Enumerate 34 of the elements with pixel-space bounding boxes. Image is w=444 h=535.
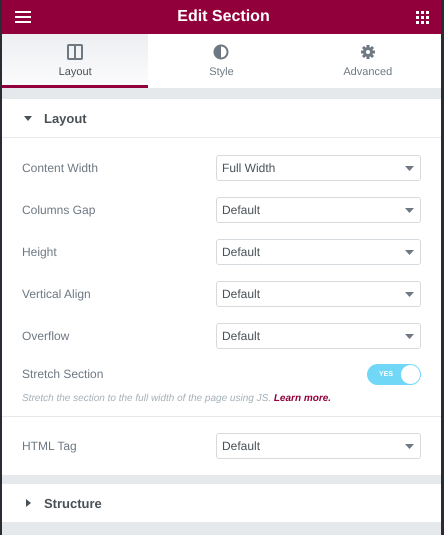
columns-icon bbox=[67, 44, 84, 60]
section-header[interactable]: Layout bbox=[2, 99, 441, 138]
select-dropdown[interactable]: Default bbox=[216, 323, 421, 349]
caret-down-icon bbox=[405, 444, 414, 448]
field-label: Vertical Align bbox=[22, 287, 91, 301]
apps-grid-icon[interactable] bbox=[416, 10, 429, 24]
learn-more-link[interactable]: Learn more. bbox=[274, 393, 332, 404]
select-dropdown[interactable]: Default bbox=[216, 433, 421, 459]
field-label: Height bbox=[22, 245, 57, 259]
caret-down-icon bbox=[405, 208, 414, 212]
field-label: Overflow bbox=[22, 329, 70, 343]
field-label: Columns Gap bbox=[22, 203, 96, 217]
select-dropdown[interactable]: Default bbox=[216, 281, 421, 307]
caret-down-icon bbox=[24, 114, 32, 122]
caret-down-icon bbox=[405, 334, 414, 338]
caret-down-icon bbox=[405, 166, 414, 170]
field-label: HTML Tag bbox=[22, 439, 77, 453]
field-label: Content Width bbox=[22, 161, 98, 175]
description-text: Stretch the section to the full width of the page using JS. Learn more. bbox=[22, 393, 332, 404]
select-dropdown[interactable]: Full Width bbox=[216, 155, 421, 181]
select-dropdown[interactable]: Default bbox=[216, 239, 421, 265]
select-dropdown[interactable]: Default bbox=[216, 197, 421, 223]
caret-right-icon bbox=[24, 499, 32, 507]
menu-icon[interactable] bbox=[15, 11, 31, 23]
section-header[interactable]: Structure bbox=[2, 484, 441, 523]
tab[interactable]: Layout bbox=[2, 34, 148, 88]
panel-title: Edit Section bbox=[177, 8, 270, 26]
field-label: Stretch Section bbox=[22, 367, 104, 381]
settings-icon bbox=[360, 44, 376, 60]
tab[interactable]: Style bbox=[148, 34, 295, 88]
caret-down-icon bbox=[405, 292, 414, 296]
contrast-icon bbox=[213, 44, 230, 60]
caret-down-icon bbox=[405, 250, 414, 254]
tab[interactable]: Advanced bbox=[294, 34, 441, 88]
